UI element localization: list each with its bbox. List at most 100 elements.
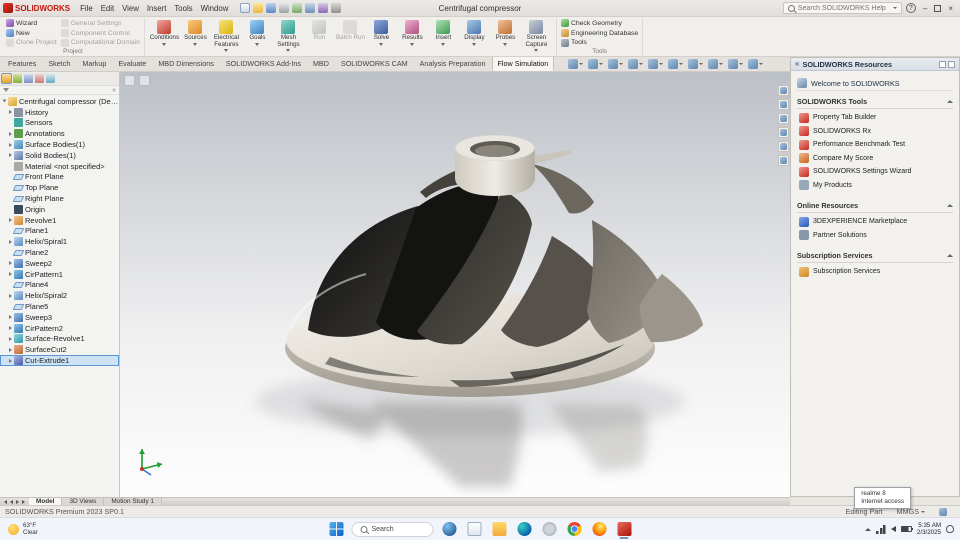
tab-first-icon[interactable] (4, 499, 7, 504)
expand-arrow-icon[interactable] (9, 272, 12, 277)
feature-tree-item[interactable]: Plane4 (0, 280, 119, 291)
taskbar-app[interactable] (590, 518, 609, 540)
help-search-box[interactable] (782, 2, 902, 14)
ribbon-button[interactable]: Computational Domain (60, 38, 140, 47)
feature-tree-item[interactable]: Sweep3 (0, 312, 119, 323)
command-tab[interactable]: Sketch (42, 56, 76, 71)
save-doc-icon[interactable] (266, 3, 277, 13)
headsup-tool[interactable] (588, 59, 604, 69)
expand-arrow-icon[interactable] (9, 153, 12, 158)
new-doc-icon[interactable] (240, 3, 251, 13)
expand-arrow-icon[interactable] (9, 293, 12, 298)
pin-icon[interactable] (939, 60, 946, 68)
ribbon-button[interactable]: Sources (180, 19, 211, 47)
feature-tree-item[interactable]: CirPattern2 (0, 323, 119, 334)
task-pane-tab[interactable] (778, 85, 789, 96)
headsup-tool[interactable] (748, 59, 764, 69)
tab-last-icon[interactable] (22, 499, 25, 504)
command-tab[interactable]: MBD Dimensions (152, 56, 220, 71)
ribbon-button[interactable]: Display (459, 19, 490, 47)
options-icon[interactable] (331, 3, 342, 13)
taskpane-link[interactable]: Property Tab Builder (797, 111, 953, 125)
section-header[interactable]: Online Resources (797, 199, 953, 213)
document-tab[interactable]: 3D Views (62, 498, 105, 505)
search-dropdown-icon[interactable] (892, 7, 897, 9)
tab-next-icon[interactable] (16, 499, 19, 504)
dimxpert-manager-icon[interactable] (35, 74, 44, 83)
ribbon-button[interactable]: Insert (428, 19, 459, 47)
taskpane-link[interactable]: SOLIDWORKS Rx (797, 125, 953, 139)
feature-tree-item[interactable]: Annotations (0, 128, 119, 139)
command-tab[interactable]: Flow Simulation (491, 56, 555, 71)
configuration-manager-icon[interactable] (24, 74, 33, 83)
graphics-area[interactable] (120, 72, 790, 497)
ribbon-button[interactable]: Electrical Features (211, 19, 242, 47)
select-tool-icon[interactable] (124, 75, 135, 86)
display-manager-icon[interactable] (46, 74, 55, 83)
feature-tree-item[interactable]: Surface-Revolve1 (0, 334, 119, 345)
ribbon-button[interactable]: Results (397, 19, 428, 47)
ribbon-button[interactable]: Screen Capture (521, 19, 552, 47)
headsup-tool[interactable] (628, 59, 644, 69)
menu-item[interactable]: Edit (97, 2, 118, 15)
collapse-tree-icon[interactable]: « (112, 87, 116, 94)
feature-tree-item[interactable]: Helix/Spiral2 (0, 290, 119, 301)
ribbon-button[interactable]: Clone Project (6, 38, 57, 47)
ribbon-button[interactable]: Batch Run (335, 19, 366, 47)
ribbon-button[interactable]: Wizard (6, 19, 57, 28)
feature-tree-root[interactable]: Centrifugal compressor (Default) <<De (0, 96, 119, 107)
quick-tools-icon[interactable] (139, 75, 150, 86)
expand-arrow-icon[interactable] (9, 315, 12, 320)
task-pane-tab[interactable] (778, 155, 789, 166)
expand-arrow-icon[interactable] (9, 239, 12, 244)
expand-arrow-icon[interactable] (9, 131, 12, 136)
taskbar-app[interactable] (515, 518, 534, 540)
task-pane-tab[interactable] (778, 113, 789, 124)
clock[interactable]: 5:35 AM 2/3/2025 (917, 522, 941, 537)
tray-expand-icon[interactable] (864, 527, 871, 531)
menu-item[interactable]: Window (197, 2, 233, 15)
headsup-tool[interactable] (708, 59, 724, 69)
welcome-link[interactable]: Welcome to SOLIDWORKS (797, 76, 953, 91)
taskbar-app[interactable] (465, 518, 484, 540)
ribbon-button[interactable]: Engineering Database (560, 29, 638, 38)
ribbon-button[interactable]: Component Control (60, 29, 140, 38)
taskbar-app[interactable] (565, 518, 584, 540)
taskpane-link[interactable]: SOLIDWORKS Settings Wizard (797, 165, 953, 179)
command-tab[interactable]: SOLIDWORKS CAM (335, 56, 414, 71)
menu-item[interactable]: Insert (143, 2, 171, 15)
command-tab[interactable]: Evaluate (112, 56, 152, 71)
feature-tree-item[interactable]: Sensors (0, 118, 119, 129)
expand-arrow-icon[interactable] (9, 261, 12, 266)
taskpane-link[interactable]: Subscription Services (797, 265, 953, 279)
ribbon-button[interactable]: Tools (560, 38, 638, 47)
feature-tree-item[interactable]: Right Plane (0, 193, 119, 204)
headsup-tool[interactable] (688, 59, 704, 69)
close-button[interactable]: × (945, 4, 956, 13)
feature-tree-item[interactable]: Front Plane (0, 172, 119, 183)
menu-item[interactable]: Tools (170, 2, 196, 15)
task-pane-tab[interactable] (778, 141, 789, 152)
feature-tree-item[interactable]: Surface Bodies(1) (0, 139, 119, 150)
document-tab[interactable]: Motion Study 1 (104, 498, 162, 505)
taskpane-link[interactable]: 3DEXPERIENCE Marketplace (797, 215, 953, 229)
command-tab[interactable]: SOLIDWORKS Add-Ins (220, 56, 307, 71)
expand-arrow-icon[interactable] (9, 110, 12, 115)
document-tab[interactable]: Model (29, 498, 63, 505)
redo-icon[interactable] (305, 3, 316, 13)
expand-arrow-icon[interactable] (9, 336, 12, 341)
feature-tree-item[interactable]: CirPattern1 (0, 269, 119, 280)
expand-arrow-icon[interactable] (2, 99, 7, 103)
open-doc-icon[interactable] (253, 3, 264, 13)
notifications-icon[interactable] (946, 525, 954, 533)
ribbon-button[interactable]: Solve (366, 19, 397, 47)
menu-icon[interactable] (948, 60, 955, 68)
volume-icon[interactable] (890, 526, 896, 532)
feature-tree-item[interactable]: Cut-Extrude1 (0, 355, 119, 366)
ribbon-button[interactable]: Mesh Settings (273, 19, 304, 47)
centrifugal-compressor-model[interactable] (120, 72, 790, 497)
weather-widget[interactable]: 63°F Clear (0, 518, 46, 540)
undo-icon[interactable] (292, 3, 303, 13)
tab-prev-icon[interactable] (10, 499, 13, 504)
expand-arrow-icon[interactable] (9, 326, 12, 331)
